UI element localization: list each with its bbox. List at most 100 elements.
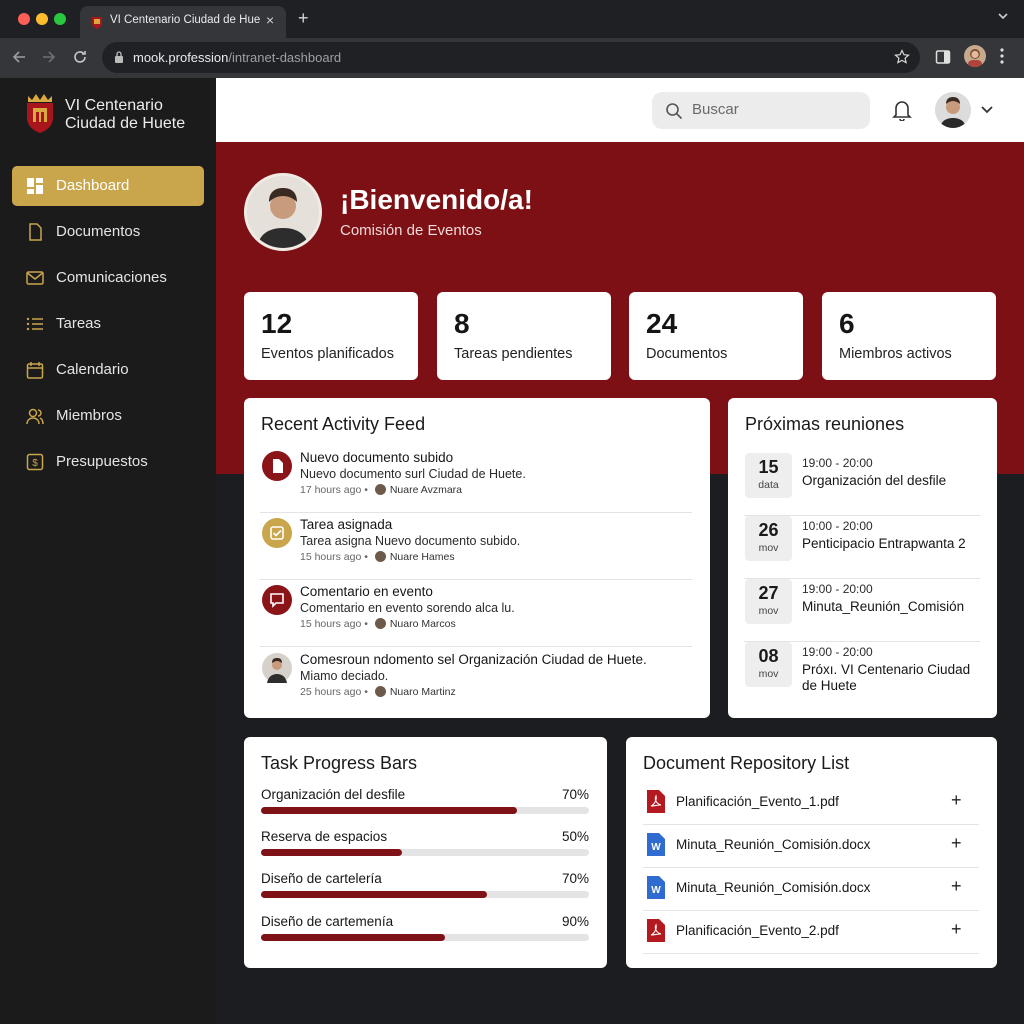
document-item[interactable]: Planificación_Evento_2.pdf + xyxy=(643,911,979,954)
back-arrow-icon[interactable] xyxy=(10,48,28,66)
meeting-date-badge: 26 mov xyxy=(745,516,792,561)
document-icon xyxy=(262,451,292,481)
stat-card-eventos[interactable]: 12 Eventos planificados xyxy=(244,292,418,380)
meeting-month: data xyxy=(758,479,779,491)
task-check-icon xyxy=(262,518,292,548)
user-avatar-icon xyxy=(262,653,292,683)
meetings-card: Próximas reuniones 15 data 19:00 - 20:00… xyxy=(728,398,997,718)
activity-item[interactable]: Nuevo documento subido Nuevo documento s… xyxy=(260,446,692,513)
profile-avatar xyxy=(244,173,322,251)
sidebar: VI Centenario Ciudad de Huete Dashboard … xyxy=(0,78,216,1024)
chevron-down-icon[interactable] xyxy=(981,105,993,115)
document-name: Planificación_Evento_1.pdf xyxy=(676,794,839,809)
progress-track xyxy=(261,807,589,814)
browser-profile-avatar[interactable] xyxy=(964,45,986,67)
activity-title: Nuevo documento subido xyxy=(300,450,454,465)
sidebar-item-miembros[interactable]: Miembros xyxy=(12,396,204,436)
meeting-day: 15 xyxy=(758,457,779,477)
sidebar-item-comunicaciones[interactable]: Comunicaciones xyxy=(12,258,204,298)
progress-fill xyxy=(261,891,488,898)
meeting-date-badge: 15 data xyxy=(745,453,792,498)
progress-label: Organización del desfile xyxy=(261,787,406,802)
stat-value: 12 xyxy=(261,308,293,339)
document-name: Minuta_Reunión_Comisión.docx xyxy=(676,837,871,852)
sidebar-item-calendario[interactable]: Calendario xyxy=(12,350,204,390)
list-icon xyxy=(26,317,43,331)
progress-label: Diseño de cartelería xyxy=(261,871,382,886)
document-name: Minuta_Reunión_Comisión.docx xyxy=(676,880,871,895)
pdf-file-icon xyxy=(647,790,665,813)
add-icon[interactable]: + xyxy=(951,833,962,854)
users-icon xyxy=(26,408,44,425)
progress-percent: 70% xyxy=(561,787,589,802)
brand-line-2: Ciudad de Huete xyxy=(65,115,186,132)
calendar-icon xyxy=(26,362,44,379)
stat-label: Tareas pendientes xyxy=(454,346,573,362)
sidebar-item-label: Tareas xyxy=(56,315,102,332)
forward-arrow-icon[interactable] xyxy=(40,48,58,66)
sidebar-item-tareas[interactable]: Tareas xyxy=(12,304,204,344)
minimize-window-button[interactable] xyxy=(36,13,48,25)
meeting-item[interactable]: 27 mov 19:00 - 20:00 Minuta_Reunión_Comi… xyxy=(744,579,980,642)
stat-card-tareas[interactable]: 8 Tareas pendientes xyxy=(437,292,611,380)
tab-title: VI Centenario Ciudad de Huete xyxy=(110,14,260,26)
search-box[interactable] xyxy=(652,92,870,129)
activity-title: Comesroun ndomento sel Organización Ciud… xyxy=(300,652,647,667)
sidebar-item-documentos[interactable]: Documentos xyxy=(12,212,204,252)
close-window-button[interactable] xyxy=(18,13,30,25)
meeting-item[interactable]: 15 data 19:00 - 20:00 Organización del d… xyxy=(744,453,980,516)
maximize-window-button[interactable] xyxy=(54,13,66,25)
activity-item[interactable]: Tarea asignada Tarea asigna Nuevo docume… xyxy=(260,513,692,580)
activity-title: Comentario en evento xyxy=(300,584,433,599)
activity-time: 15 hours ago xyxy=(300,551,362,563)
search-input[interactable] xyxy=(692,101,862,118)
notification-bell-icon[interactable] xyxy=(892,99,912,121)
new-tab-button[interactable]: + xyxy=(298,8,309,29)
activity-time: 25 hours ago xyxy=(300,686,362,698)
address-bar[interactable]: mook.profession/intranet-dashboard xyxy=(102,42,920,73)
progress-item: Diseño de cartelería 70% xyxy=(261,871,589,911)
brand-line-1: VI Centenario xyxy=(65,97,163,114)
comment-icon xyxy=(262,585,292,615)
brand-name: VI Centenario Ciudad de Huete xyxy=(65,97,185,133)
meeting-item[interactable]: 26 mov 10:00 - 20:00 Penticipacio Entrap… xyxy=(744,516,980,579)
add-icon[interactable]: + xyxy=(951,876,962,897)
word-file-icon: W xyxy=(647,833,665,856)
stat-label: Miembros activos xyxy=(839,346,952,362)
progress-fill xyxy=(261,934,445,941)
browser-chrome: VI Centenario Ciudad de Huete × + mook.p… xyxy=(0,0,1024,78)
stat-label: Eventos planificados xyxy=(261,346,394,362)
add-icon[interactable]: + xyxy=(951,790,962,811)
bookmark-star-icon[interactable] xyxy=(894,49,910,65)
document-item[interactable]: W Minuta_Reunión_Comisión.docx + xyxy=(643,868,979,911)
sidebar-item-presupuestos[interactable]: $ Presupuestos xyxy=(12,442,204,482)
browser-tab[interactable]: VI Centenario Ciudad de Huete × xyxy=(80,6,286,38)
document-item[interactable]: W Minuta_Reunión_Comisión.docx + xyxy=(643,825,979,868)
word-file-icon: W xyxy=(647,876,665,899)
chevron-down-icon[interactable] xyxy=(996,9,1010,23)
meeting-day: 08 xyxy=(758,646,779,666)
progress-label: Diseño de cartemenía xyxy=(261,914,394,929)
meeting-title: Minuta_Reunión_Comisión xyxy=(802,599,965,614)
activity-meta: 25 hours ago • Nuaro Martinz xyxy=(300,686,456,698)
document-item[interactable]: Planificación_Evento_1.pdf + xyxy=(643,782,979,825)
meeting-time: 19:00 - 20:00 xyxy=(802,456,873,470)
user-avatar[interactable] xyxy=(935,92,971,128)
side-panel-icon[interactable] xyxy=(935,49,951,65)
activity-feed-card: Recent Activity Feed Nuevo documento sub… xyxy=(244,398,710,718)
top-header xyxy=(216,78,1024,142)
sidebar-item-dashboard[interactable]: Dashboard xyxy=(12,166,204,206)
add-icon[interactable]: + xyxy=(951,919,962,940)
svg-text:$: $ xyxy=(32,458,38,469)
activity-description: Nuevo documento surl Ciudad de Huete. xyxy=(300,467,526,481)
activity-item[interactable]: Comesroun ndomento sel Organización Ciud… xyxy=(260,648,692,715)
stat-card-miembros[interactable]: 6 Miembros activos xyxy=(822,292,996,380)
more-menu-icon[interactable] xyxy=(1000,47,1004,65)
activity-item[interactable]: Comentario en evento Comentario en event… xyxy=(260,580,692,647)
reload-icon[interactable] xyxy=(71,48,89,66)
meeting-item[interactable]: 08 mov 19:00 - 20:00 Próxı. VI Centenari… xyxy=(744,642,980,705)
progress-percent: 90% xyxy=(561,914,589,929)
activity-time: 15 hours ago xyxy=(300,618,362,630)
stat-card-documentos[interactable]: 24 Documentos xyxy=(629,292,803,380)
tab-close-icon[interactable]: × xyxy=(266,12,274,28)
